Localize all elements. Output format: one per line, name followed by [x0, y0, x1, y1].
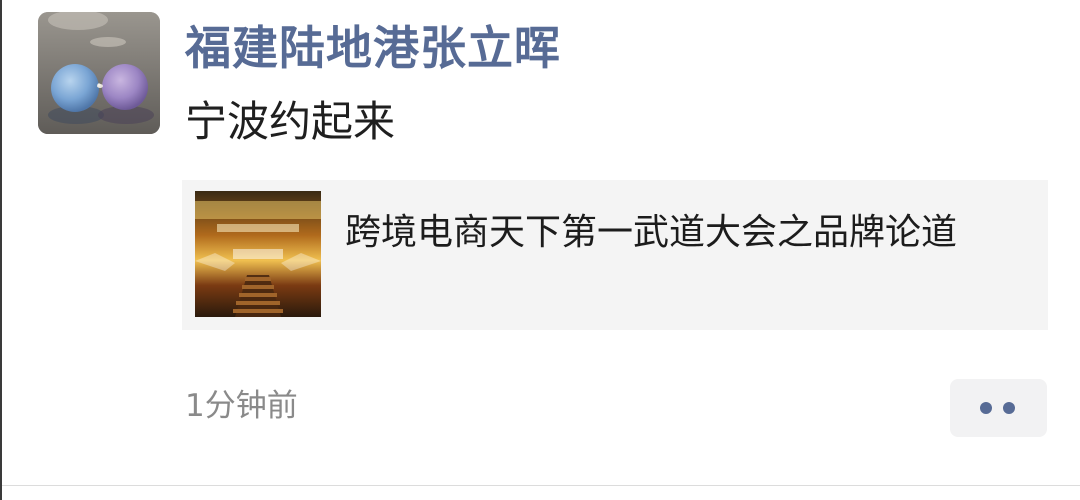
- moments-post: 福建陆地港张立晖 宁波约起来 跨境电商天下第一武道大会之品牌论道 1分钟前: [0, 0, 1080, 500]
- avatar-image: [38, 12, 160, 134]
- divider: [2, 485, 1080, 486]
- two-dots-icon: [1003, 402, 1015, 414]
- avatar[interactable]: [38, 12, 160, 134]
- two-dots-icon: [980, 402, 992, 414]
- more-actions-button[interactable]: [950, 379, 1047, 437]
- author-name[interactable]: 福建陆地港张立晖: [185, 18, 561, 78]
- link-title: 跨境电商天下第一武道大会之品牌论道: [345, 212, 958, 253]
- event-banner-image: [195, 191, 321, 317]
- post-timestamp: 1分钟前: [185, 388, 298, 424]
- post-text: 宁波约起来: [185, 97, 396, 146]
- shared-link-card[interactable]: 跨境电商天下第一武道大会之品牌论道: [182, 180, 1048, 330]
